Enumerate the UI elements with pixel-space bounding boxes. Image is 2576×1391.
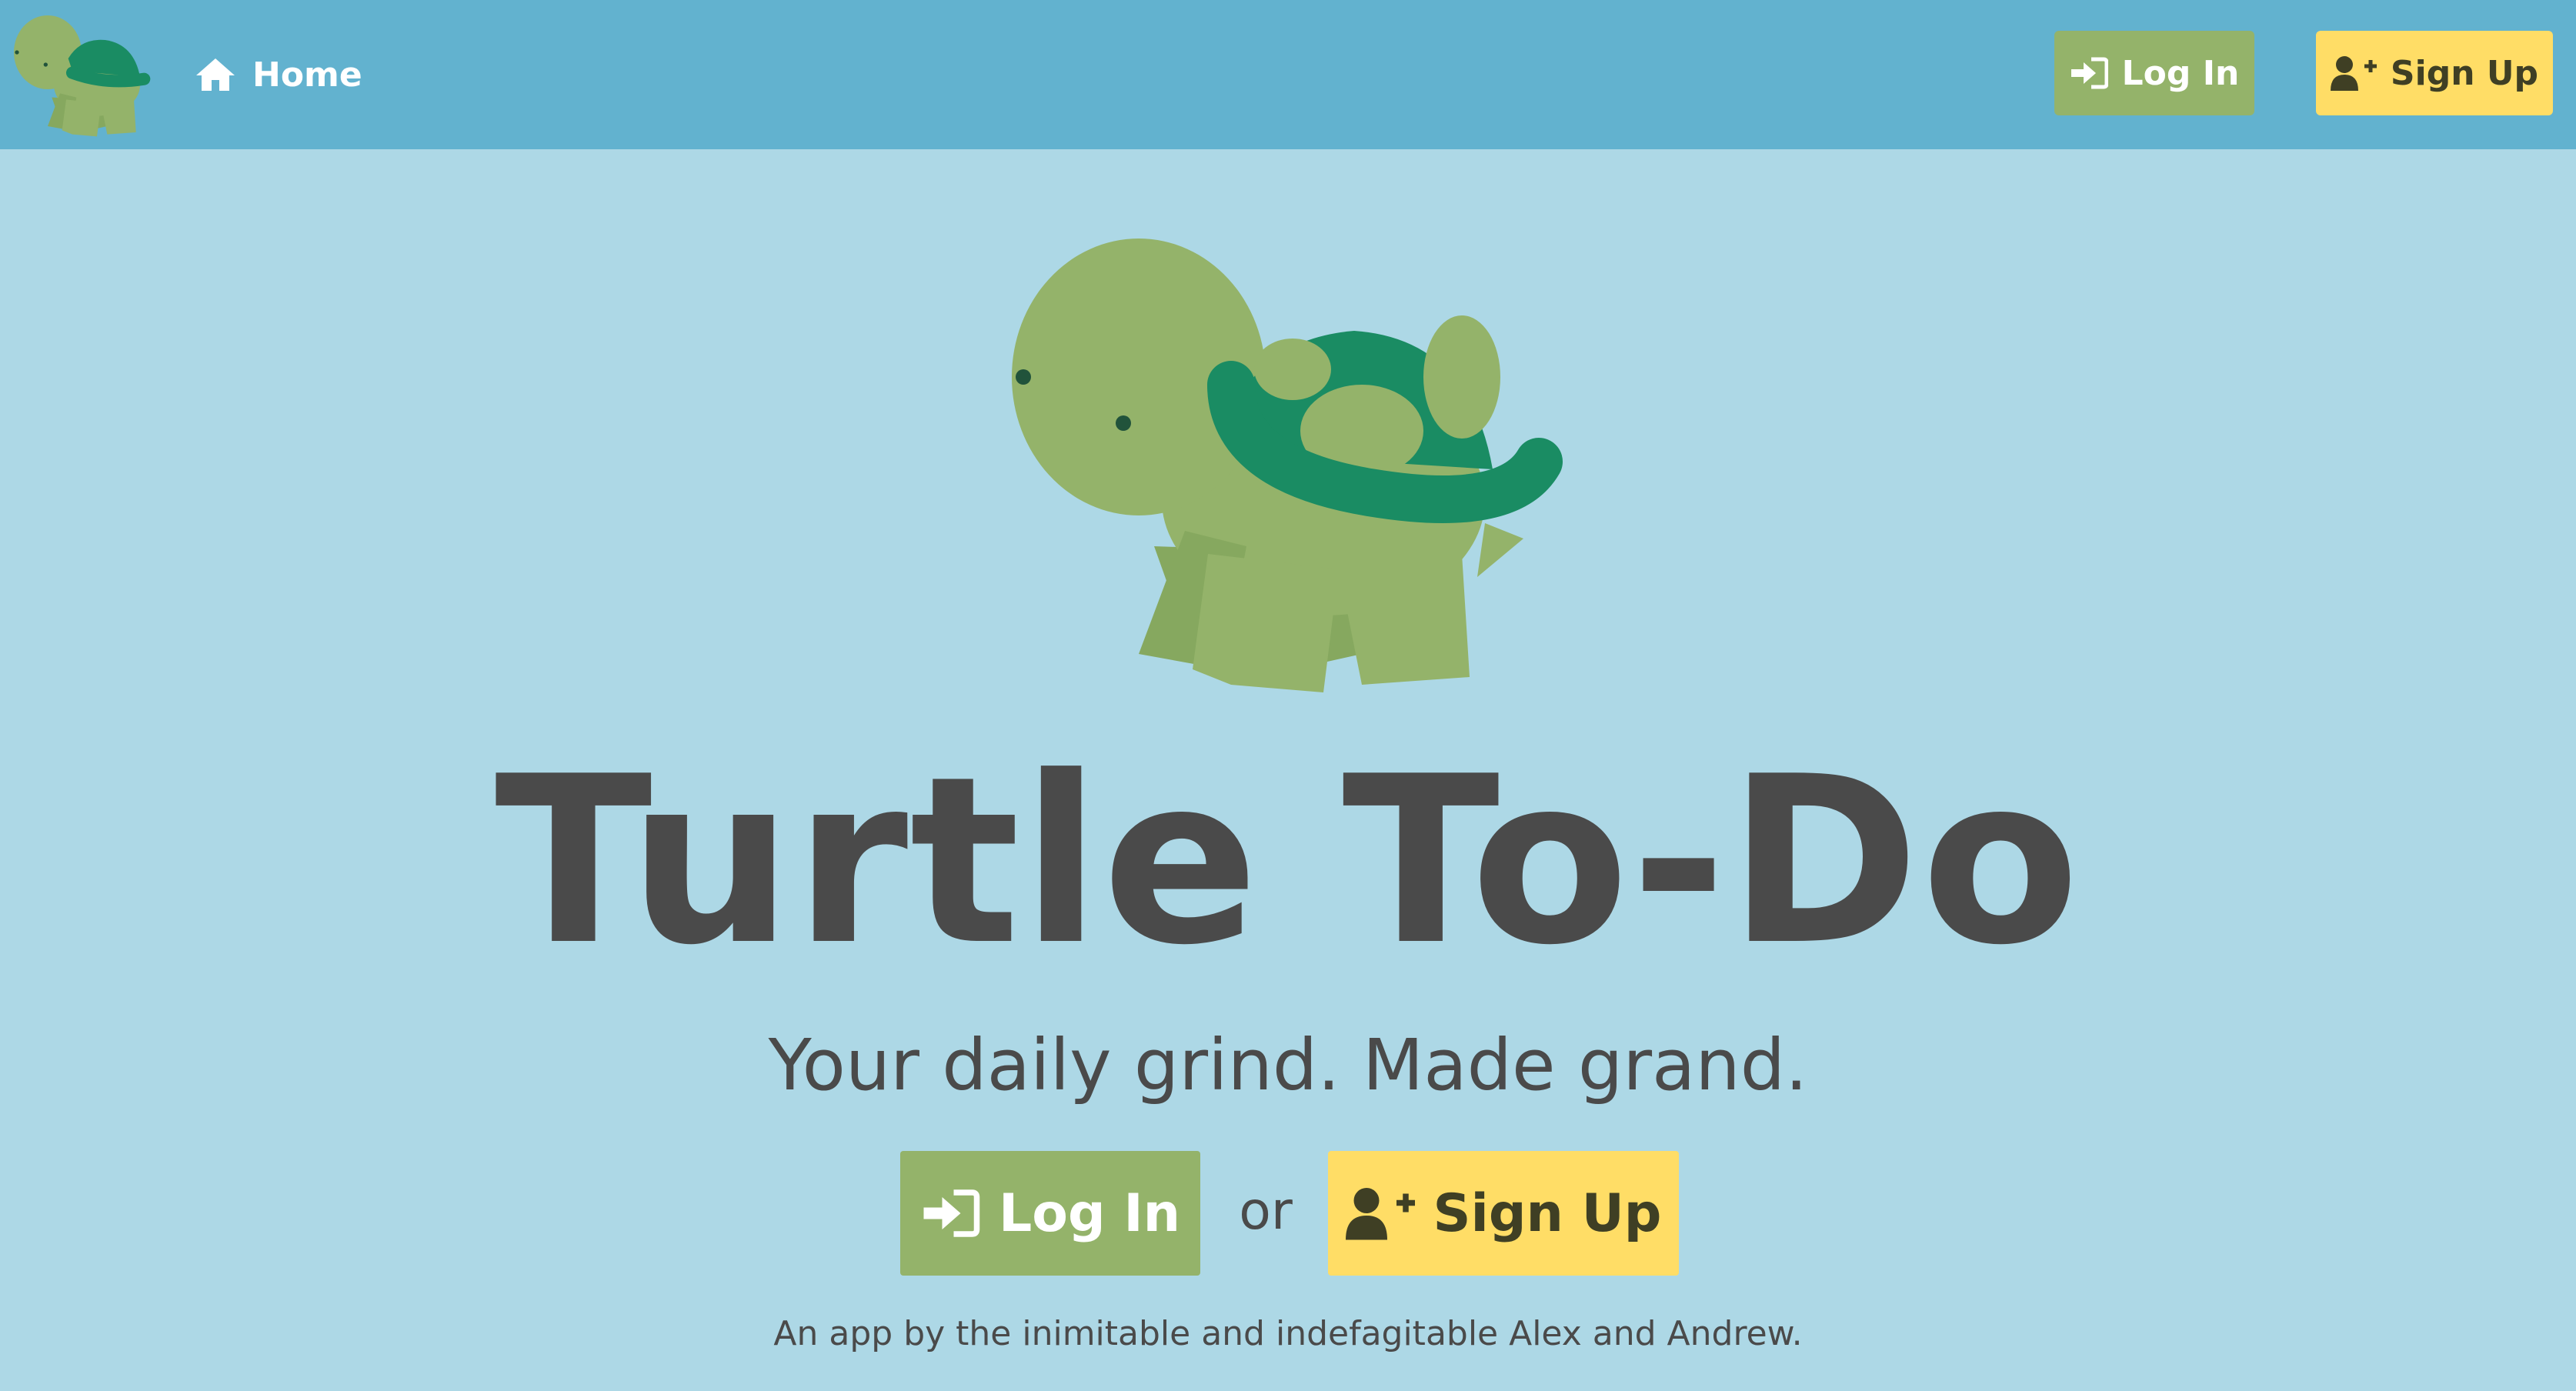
sign-in-icon (2070, 57, 2108, 89)
user-plus-icon (1345, 1188, 1415, 1240)
nav-login-label: Log In (2121, 53, 2240, 93)
turtle-logo-icon[interactable] (11, 11, 165, 137)
hero-login-label: Log In (998, 1183, 1181, 1244)
home-link[interactable]: Home (194, 48, 362, 102)
app-title: Turtle To-Do (495, 727, 2081, 996)
hero-signup-label: Sign Up (1433, 1183, 1662, 1244)
user-plus-icon (2330, 56, 2377, 91)
home-icon (196, 58, 235, 91)
turtle-illustration (1012, 239, 1563, 692)
or-separator: or (1239, 1181, 1293, 1242)
nav-signup-button[interactable]: Sign Up (2316, 31, 2553, 115)
hero-login-button[interactable]: Log In (900, 1151, 1200, 1276)
navbar: Home Log In Sign Up (0, 0, 2576, 149)
nav-signup-label: Sign Up (2390, 53, 2539, 93)
nav-login-button[interactable]: Log In (2054, 31, 2254, 115)
sign-in-icon (923, 1189, 980, 1237)
hero-signup-button[interactable]: Sign Up (1328, 1151, 1679, 1276)
credit-text: An app by the inimitable and indefagitab… (773, 1314, 1803, 1353)
tagline: Your daily grind. Made grand. (768, 1024, 1808, 1106)
home-label: Home (252, 55, 362, 95)
